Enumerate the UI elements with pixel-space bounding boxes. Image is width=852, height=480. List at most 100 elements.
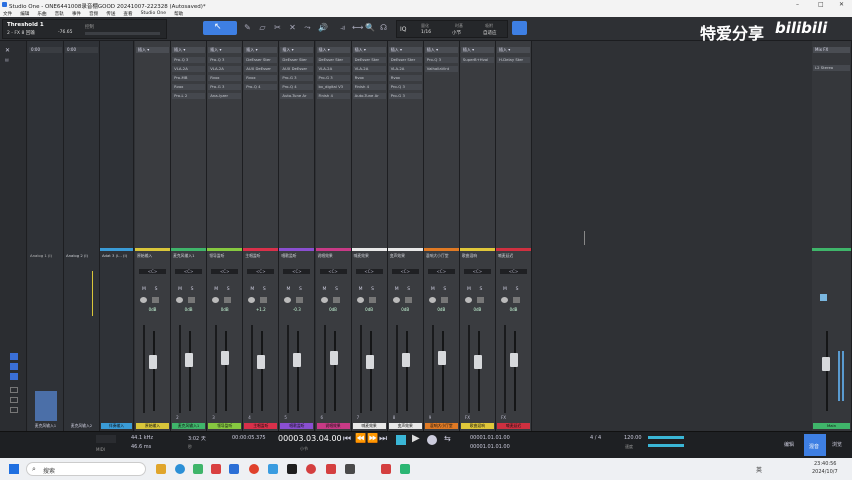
insert-header[interactable]: 插入 ▾: [244, 47, 278, 53]
monitor-icon[interactable]: [224, 297, 232, 303]
clock-time[interactable]: 23:40:56: [814, 461, 836, 467]
channel-name[interactable]: 喊麦延迟: [497, 252, 530, 259]
insert-slot[interactable]: Pro-MB: [172, 75, 206, 81]
pan-control[interactable]: <C>: [247, 269, 275, 274]
pan-control[interactable]: <C>: [211, 269, 239, 274]
solo-button[interactable]: S: [152, 287, 160, 293]
listen-icon[interactable]: ☊: [379, 22, 388, 33]
insert-slot[interactable]: SuperB+Hvol: [460, 57, 494, 63]
monitor-icon[interactable]: [296, 297, 304, 303]
monitor-icon[interactable]: [368, 297, 376, 303]
insert-slot[interactable]: DeEsser Ster: [352, 57, 386, 63]
list-icon[interactable]: [10, 397, 18, 403]
close-panel-icon[interactable]: ✕: [5, 47, 10, 54]
insert-slot[interactable]: DeEsser Ster: [280, 57, 314, 63]
app-icon[interactable]: [381, 464, 391, 474]
record-arm-icon[interactable]: [392, 297, 400, 303]
menu-studio-one[interactable]: Studio One: [141, 11, 166, 16]
solo-button[interactable]: S: [188, 287, 196, 293]
record-arm-icon[interactable]: [140, 297, 147, 303]
volume-fader[interactable]: [473, 355, 482, 369]
pan-control[interactable]: <C>: [175, 269, 203, 274]
mute-tool-icon[interactable]: ✕: [288, 22, 297, 33]
mute-button[interactable]: M: [248, 287, 256, 293]
mute-button[interactable]: M: [501, 287, 509, 293]
channel-name[interactable]: 歌曲混响: [461, 252, 494, 259]
app-icon[interactable]: [306, 464, 316, 474]
main-mute-button[interactable]: [820, 294, 827, 301]
insert-header[interactable]: 插入 ▾: [136, 47, 169, 53]
solo-button[interactable]: S: [441, 287, 449, 293]
app-icon[interactable]: [400, 464, 410, 474]
solo-button[interactable]: S: [513, 287, 521, 293]
record-arm-icon[interactable]: [212, 297, 220, 303]
tempo[interactable]: 120.00: [624, 435, 642, 441]
timebase-value[interactable]: 小节: [452, 30, 461, 36]
mute-button[interactable]: M: [212, 287, 220, 293]
insert-slot[interactable]: VLA-2A: [388, 66, 422, 72]
time-signature[interactable]: 4 / 4: [590, 435, 601, 441]
bend-icon[interactable]: ⤳: [303, 22, 312, 33]
main-fader-track[interactable]: [826, 331, 828, 411]
app-icon[interactable]: [211, 464, 221, 474]
taskbar-search-box[interactable]: ⌕ 搜索: [26, 462, 146, 476]
rewind-icon[interactable]: ⏪: [355, 434, 366, 444]
main-fader[interactable]: [822, 357, 830, 371]
app-icon[interactable]: [193, 464, 203, 474]
insert-header[interactable]: 插入 ▾: [280, 47, 314, 53]
loop-start[interactable]: 00001.01.01.00: [470, 435, 510, 441]
channel-name[interactable]: 喊麦效果: [353, 252, 386, 259]
mute-button[interactable]: M: [393, 287, 401, 293]
solo-button[interactable]: S: [260, 287, 268, 293]
clock-date[interactable]: 2024/10/7: [812, 469, 838, 475]
fader-track[interactable]: [514, 331, 516, 411]
fader-track[interactable]: [261, 331, 264, 411]
insert-slot[interactable]: AUX DeEsser: [244, 66, 278, 72]
insert-slot[interactable]: DeEsser Ster: [316, 57, 350, 63]
channel-name[interactable]: 唱歌监听: [280, 252, 313, 259]
menu-file[interactable]: 文件: [3, 11, 12, 17]
insert-header[interactable]: 插入 ▾: [460, 47, 494, 53]
mute-button[interactable]: M: [465, 287, 473, 293]
preset-name[interactable]: Threshold 1: [7, 22, 44, 28]
record-arm-icon[interactable]: [320, 297, 328, 303]
narrow-icon[interactable]: [10, 373, 18, 380]
solo-button[interactable]: S: [333, 287, 341, 293]
volume-fader[interactable]: [401, 353, 410, 367]
record-arm-icon[interactable]: [356, 297, 364, 303]
insert-slot[interactable]: Pro-Q 3: [208, 57, 242, 63]
pan-control[interactable]: <C>: [319, 269, 347, 274]
snap-icon[interactable]: IQ: [400, 26, 407, 33]
solo-button[interactable]: S: [405, 287, 413, 293]
insert-slot[interactable]: DeEsser Ster: [244, 57, 278, 63]
splitter[interactable]: [584, 231, 585, 245]
solo-button[interactable]: S: [369, 287, 377, 293]
insert-slot[interactable]: Pro-G 3: [280, 75, 314, 81]
insert-slot[interactable]: Ana-lyzer: [208, 93, 242, 99]
record-arm-icon[interactable]: [248, 297, 256, 303]
volume-fader[interactable]: [185, 353, 194, 367]
fader-track[interactable]: [441, 331, 444, 411]
file-explorer-icon[interactable]: [156, 464, 166, 474]
volume-fader[interactable]: [221, 351, 230, 365]
insert-header[interactable]: 插入 ▾: [497, 47, 530, 53]
insert-slot[interactable]: H-Delay Ster: [497, 57, 530, 63]
channel-name[interactable]: 说唱效果: [317, 252, 350, 259]
stop-icon[interactable]: [396, 435, 406, 445]
pan-control[interactable]: <C>: [463, 269, 491, 274]
edge-icon[interactable]: [175, 464, 185, 474]
insert-slot[interactable]: Rvox: [352, 75, 386, 81]
monitor-icon[interactable]: [260, 297, 268, 303]
pan-control[interactable]: <C>: [283, 269, 311, 274]
record-icon[interactable]: [427, 435, 437, 445]
io-icon[interactable]: ▤: [5, 57, 9, 62]
record-arm-icon[interactable]: [176, 297, 184, 303]
channel-name[interactable]: 领导监听: [208, 252, 241, 259]
pen-icon[interactable]: ✎: [243, 22, 252, 33]
fader-track[interactable]: [333, 331, 336, 411]
insert-slot[interactable]: Pro-G 3: [208, 84, 242, 90]
fader-track[interactable]: [369, 331, 372, 411]
channel-name[interactable]: 麦克风输入1: [172, 252, 205, 259]
fader-track[interactable]: [477, 331, 480, 411]
insert-slot[interactable]: Rvox: [388, 75, 422, 81]
